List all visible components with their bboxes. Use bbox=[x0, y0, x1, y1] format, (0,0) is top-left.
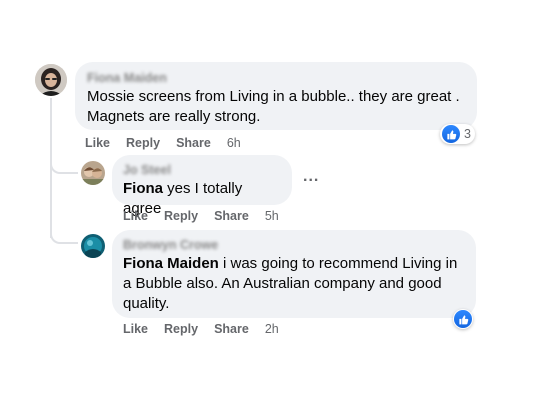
reply-author[interactable]: Jo Steel bbox=[123, 162, 171, 178]
timestamp[interactable]: 6h bbox=[227, 136, 241, 150]
more-options-button[interactable]: ... bbox=[303, 168, 319, 186]
like-button[interactable]: Like bbox=[85, 136, 110, 150]
reaction-summary[interactable]: 3 bbox=[440, 124, 475, 144]
comment-bubble: Fiona Maiden Mossie screens from Living … bbox=[75, 62, 477, 130]
reaction-summary[interactable] bbox=[453, 309, 473, 329]
reply-bubble: Jo Steel Fiona yes I totally agree bbox=[112, 155, 292, 217]
reply-actions: Like Reply Share 5h bbox=[123, 209, 279, 223]
reply-text: Fiona Maiden i was going to recommend Li… bbox=[123, 254, 465, 314]
share-button[interactable]: Share bbox=[214, 322, 249, 336]
comment-actions: Like Reply Share 6h bbox=[85, 136, 241, 150]
share-button[interactable]: Share bbox=[176, 136, 211, 150]
comment-text: Mossie screens from Living in a bubble..… bbox=[87, 88, 460, 125]
avatar[interactable] bbox=[81, 234, 105, 258]
profile-photo-icon bbox=[81, 234, 105, 258]
thread-branch-1 bbox=[50, 150, 78, 174]
reply-button[interactable]: Reply bbox=[164, 322, 198, 336]
mention[interactable]: Fiona Maiden bbox=[123, 255, 219, 272]
reaction-count: 3 bbox=[464, 127, 471, 141]
reply-bubble: Bronwyn Crowe Fiona Maiden i was going t… bbox=[112, 230, 476, 318]
timestamp[interactable]: 2h bbox=[265, 322, 279, 336]
thumbs-up-icon bbox=[454, 310, 472, 328]
mention[interactable]: Fiona bbox=[123, 180, 163, 197]
like-button[interactable]: Like bbox=[123, 322, 148, 336]
profile-photo-icon bbox=[35, 64, 67, 96]
avatar[interactable] bbox=[35, 64, 67, 96]
reply-button[interactable]: Reply bbox=[126, 136, 160, 150]
reply-button[interactable]: Reply bbox=[164, 209, 198, 223]
thread-branch-2 bbox=[50, 220, 78, 244]
comment-author[interactable]: Fiona Maiden bbox=[87, 70, 167, 86]
share-button[interactable]: Share bbox=[214, 209, 249, 223]
timestamp[interactable]: 5h bbox=[265, 209, 279, 223]
avatar[interactable] bbox=[81, 161, 105, 185]
like-button[interactable]: Like bbox=[123, 209, 148, 223]
reply-actions: Like Reply Share 2h bbox=[123, 322, 279, 336]
profile-photo-icon bbox=[81, 161, 105, 185]
reply-author[interactable]: Bronwyn Crowe bbox=[123, 237, 218, 253]
thumbs-up-icon bbox=[442, 125, 460, 143]
